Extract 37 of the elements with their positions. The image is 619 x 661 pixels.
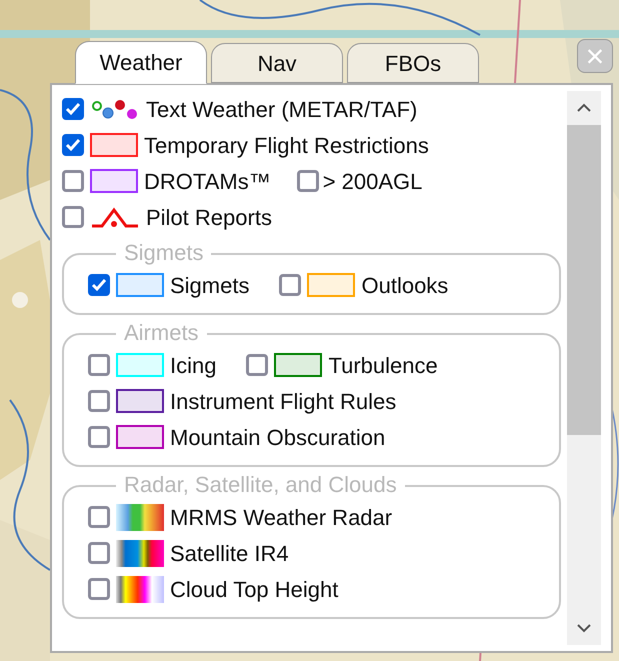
color-scale-icon [116,540,164,566]
checkbox[interactable] [88,506,110,528]
checkbox[interactable] [62,206,84,228]
checkbox[interactable] [62,98,84,120]
checkbox[interactable] [88,390,110,412]
layer-label: DROTAMs™ [144,168,271,196]
layer-label: Cloud Top Height [170,576,338,604]
checkbox[interactable] [88,274,110,296]
layer-label: Temporary Flight Restrictions [144,132,429,160]
checkbox[interactable] [62,170,84,192]
checkbox[interactable] [88,354,110,376]
layer-label: MRMS Weather Radar [170,504,392,532]
checkbox[interactable] [62,134,84,156]
layer-label: Text Weather (METAR/TAF) [146,96,418,124]
layer-label: Icing [170,352,216,380]
layer-label: Mountain Obscuration [170,424,386,452]
layer-label: Pilot Reports [146,204,272,232]
tab[interactable]: FBOs [347,43,479,83]
scrollbar-thumb[interactable] [567,125,601,435]
tab[interactable]: Weather [75,41,207,84]
option-label: > 200AGL [322,168,422,196]
tab[interactable]: Nav [211,43,343,83]
layer-label: Satellite IR4 [170,540,289,568]
layer-label: Sigmets [170,272,250,300]
checkbox[interactable] [279,274,302,296]
checkbox[interactable] [88,426,110,448]
layer-label: Outlooks [361,272,448,300]
layer-label: Instrument Flight Rules [170,388,396,416]
checkbox[interactable] [88,542,110,564]
color-scale-icon [116,504,164,530]
scroll-down-icon[interactable] [576,623,592,633]
scroll-up-icon[interactable] [576,103,592,113]
layer-label: Turbulence [328,352,438,380]
checkbox[interactable] [88,578,110,600]
checkbox[interactable] [246,354,268,376]
color-scale-icon [116,576,164,602]
checkbox[interactable] [296,170,319,192]
